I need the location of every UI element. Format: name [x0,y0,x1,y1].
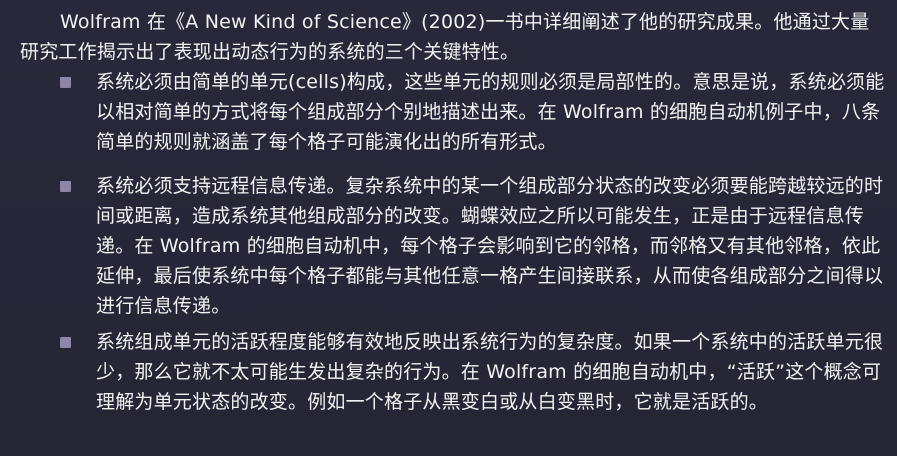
list-item: 系统必须支持远程信息传递。复杂系统中的某一个组成部分状态的改变必须要能跨越较远的… [54,171,890,323]
list-item-text: 系统组成单元的活跃程度能够有效地反映出系统行为的复杂度。如果一个系统中的活跃单元… [96,331,884,413]
list-item: 系统必须由简单的单元(cells)构成，这些单元的规则必须是局部性的。意思是说，… [54,67,890,163]
square-bullet-icon [60,337,71,348]
intro-paragraph: Wolfram 在《A New Kind of Science》(2002)一书… [20,11,870,63]
list-item-text: 系统必须由简单的单元(cells)构成，这些单元的规则必须是局部性的。意思是说，… [96,71,885,153]
document-page: Wolfram 在《A New Kind of Science》(2002)一书… [0,0,897,456]
square-bullet-icon [60,77,71,88]
list-item-text: 系统必须支持远程信息传递。复杂系统中的某一个组成部分状态的改变必须要能跨越较远的… [96,175,884,317]
list-item: 系统组成单元的活跃程度能够有效地反映出系统行为的复杂度。如果一个系统中的活跃单元… [54,327,890,453]
square-bullet-icon [60,181,71,192]
